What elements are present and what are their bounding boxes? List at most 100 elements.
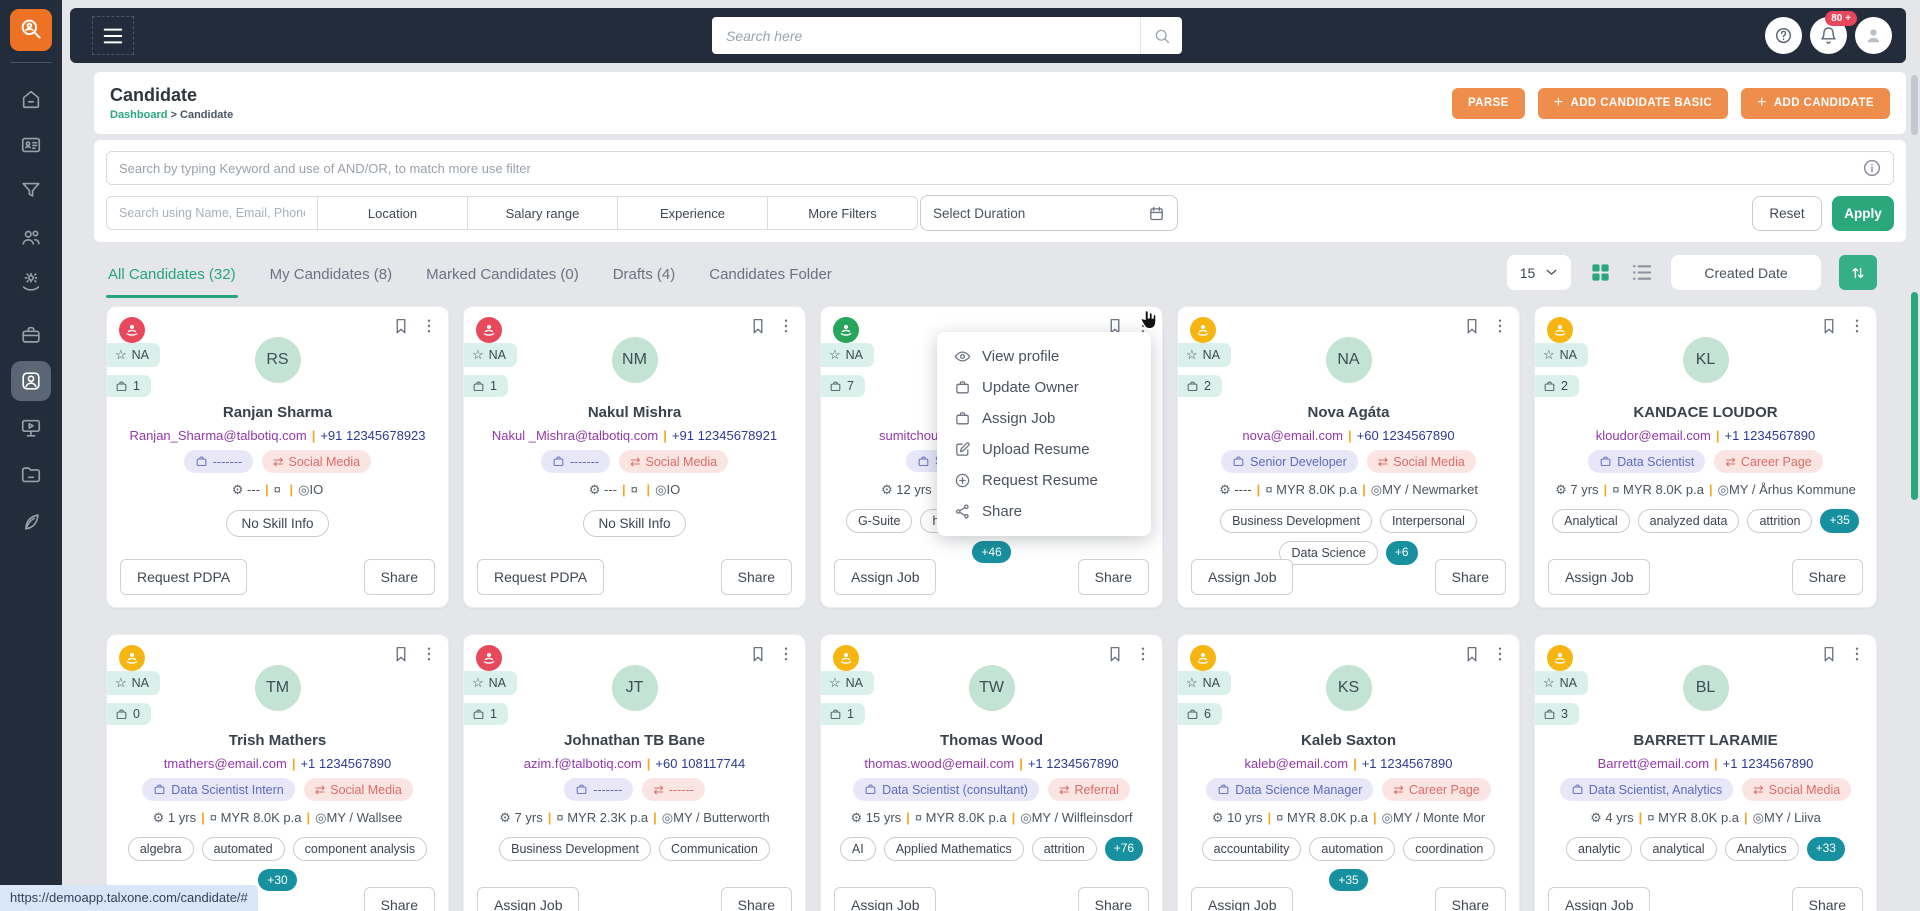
list-view-button[interactable]	[1630, 261, 1653, 284]
help-button[interactable]	[1765, 17, 1802, 54]
bookmark-icon[interactable]	[749, 645, 767, 663]
card-share-button[interactable]: Share	[363, 887, 435, 911]
candidate-email[interactable]: kloudor@email.com	[1596, 428, 1711, 443]
app-logo[interactable]	[10, 9, 52, 51]
candidate-email[interactable]: tmathers@email.com	[164, 756, 287, 771]
candidate-name[interactable]: Johnathan TB Bane	[464, 732, 805, 749]
card-share-button[interactable]: Share	[1077, 559, 1149, 595]
global-search-input[interactable]	[712, 27, 1140, 44]
bookmark-icon[interactable]	[1463, 645, 1481, 663]
candidate-phone[interactable]: +91 12345678923	[320, 428, 425, 443]
sidebar-item-interview[interactable]	[11, 408, 51, 448]
candidate-avatar[interactable]: NA	[1325, 337, 1372, 383]
candidate-phone[interactable]: +91 12345678921	[672, 428, 777, 443]
card-primary-action-button[interactable]: Assign Job	[834, 559, 937, 595]
menu-item-request-resume[interactable]: Request Resume	[937, 465, 1151, 496]
menu-item-update-owner[interactable]: Update Owner	[937, 372, 1151, 403]
card-share-button[interactable]: Share	[1434, 887, 1506, 911]
sidebar-item-home[interactable]	[11, 79, 51, 119]
candidate-name[interactable]: BARRETT LARAMIE	[1535, 732, 1876, 749]
search-icon[interactable]	[1140, 17, 1182, 54]
candidate-email[interactable]: Nakul _Mishra@talbotiq.com	[492, 428, 658, 443]
menu-item-view-profile[interactable]: View profile	[937, 341, 1151, 372]
kebab-menu-icon[interactable]	[1848, 645, 1866, 663]
candidate-avatar[interactable]: RS	[254, 337, 301, 383]
candidate-name[interactable]: Thomas Wood	[821, 732, 1162, 749]
kebab-menu-icon[interactable]	[420, 317, 438, 335]
name-email-phone-input[interactable]	[106, 196, 318, 230]
card-share-button[interactable]: Share	[1077, 887, 1149, 911]
candidate-avatar[interactable]: KL	[1682, 337, 1729, 383]
candidate-phone[interactable]: +1 1234567890	[300, 756, 391, 771]
sidebar-item-reports[interactable]	[11, 502, 51, 542]
kebab-menu-icon[interactable]	[1134, 645, 1152, 663]
card-primary-action-button[interactable]: Assign Job	[834, 887, 937, 911]
candidate-name[interactable]: Nova Agáta	[1178, 404, 1519, 421]
candidate-email[interactable]: kaleb@email.com	[1245, 756, 1349, 771]
bookmark-icon[interactable]	[1463, 317, 1481, 335]
candidate-phone[interactable]: +60 108117744	[655, 756, 745, 771]
candidate-name[interactable]: Nakul Mishra	[464, 404, 805, 421]
kebab-menu-icon[interactable]	[1848, 317, 1866, 335]
candidate-email[interactable]: sumitchoud	[879, 428, 945, 443]
card-primary-action-button[interactable]: Assign Job	[1191, 887, 1294, 911]
menu-item-share[interactable]: Share	[937, 496, 1151, 527]
add-candidate-basic-button[interactable]: + ADD CANDIDATE BASIC	[1537, 87, 1729, 119]
filter-location-button[interactable]: Location	[318, 196, 468, 230]
sidebar-item-folder[interactable]	[11, 455, 51, 495]
candidate-avatar[interactable]: JT	[611, 665, 658, 711]
candidate-avatar[interactable]: TW	[968, 665, 1015, 711]
filter-more-filters-button[interactable]: More Filters	[768, 196, 918, 230]
tab-marked-candidates-0-[interactable]: Marked Candidates (0)	[424, 258, 581, 298]
sidebar-item-id-card[interactable]	[11, 125, 51, 165]
candidate-name[interactable]: KANDACE LOUDOR	[1535, 404, 1876, 421]
tab-candidates-folder[interactable]: Candidates Folder	[707, 258, 834, 298]
kebab-menu-icon[interactable]	[777, 317, 795, 335]
card-share-button[interactable]: Share	[720, 887, 792, 911]
menu-item-upload-resume[interactable]: Upload Resume	[937, 434, 1151, 465]
kebab-menu-icon[interactable]	[420, 645, 438, 663]
sidebar-item-services[interactable]	[11, 262, 51, 302]
sort-by-select[interactable]: Created Date	[1671, 255, 1821, 290]
candidate-email[interactable]: thomas.wood@email.com	[864, 756, 1014, 771]
card-share-button[interactable]: Share	[720, 559, 792, 595]
grid-view-button[interactable]	[1589, 261, 1612, 284]
candidate-name[interactable]: Ranjan Sharma	[107, 404, 448, 421]
bookmark-icon[interactable]	[749, 317, 767, 335]
reset-button[interactable]: Reset	[1752, 195, 1822, 231]
sidebar-item-candidate[interactable]	[11, 361, 51, 401]
candidate-avatar[interactable]: KS	[1325, 665, 1372, 711]
parse-button[interactable]: PARSE	[1451, 87, 1525, 119]
filter-experience-button[interactable]: Experience	[618, 196, 768, 230]
more-skills-badge[interactable]: +33	[1806, 837, 1845, 861]
sidebar-item-users[interactable]	[11, 217, 51, 257]
card-primary-action-button[interactable]: Assign Job	[477, 887, 580, 911]
card-share-button[interactable]: Share	[1434, 559, 1506, 595]
bookmark-icon[interactable]	[1106, 645, 1124, 663]
candidate-name[interactable]: Kaleb Saxton	[1178, 732, 1519, 749]
candidate-phone[interactable]: +1 1234567890	[1028, 756, 1119, 771]
kebab-menu-icon[interactable]	[1491, 317, 1509, 335]
card-share-button[interactable]: Share	[363, 559, 435, 595]
apply-button[interactable]: Apply	[1832, 195, 1894, 231]
menu-toggle-button[interactable]	[92, 16, 134, 55]
tab-my-candidates-8-[interactable]: My Candidates (8)	[268, 258, 395, 298]
candidate-email[interactable]: Barrett@email.com	[1598, 756, 1709, 771]
candidate-phone[interactable]: +1 1234567890	[1723, 756, 1814, 771]
candidate-email[interactable]: Ranjan_Sharma@talbotiq.com	[129, 428, 306, 443]
breadcrumb-dashboard-link[interactable]: Dashboard	[110, 109, 167, 121]
card-primary-action-button[interactable]: Request PDPA	[477, 559, 605, 595]
card-primary-action-button[interactable]: Assign Job	[1548, 559, 1651, 595]
page-size-select[interactable]: 15	[1507, 255, 1571, 290]
candidate-phone[interactable]: +1 1234567890	[1362, 756, 1453, 771]
sidebar-item-briefcase[interactable]	[11, 315, 51, 355]
candidate-avatar[interactable]: NM	[611, 337, 658, 383]
card-primary-action-button[interactable]: Assign Job	[1191, 559, 1294, 595]
filter-salary-range-button[interactable]: Salary range	[468, 196, 618, 230]
candidate-avatar[interactable]: TM	[254, 665, 301, 711]
page-scrollbar-thumb[interactable]	[1911, 75, 1918, 135]
bookmark-icon[interactable]	[1820, 645, 1838, 663]
user-menu-button[interactable]	[1855, 17, 1892, 54]
keyword-search-input[interactable]	[106, 151, 1894, 185]
candidate-phone[interactable]: +1 1234567890	[1724, 428, 1815, 443]
